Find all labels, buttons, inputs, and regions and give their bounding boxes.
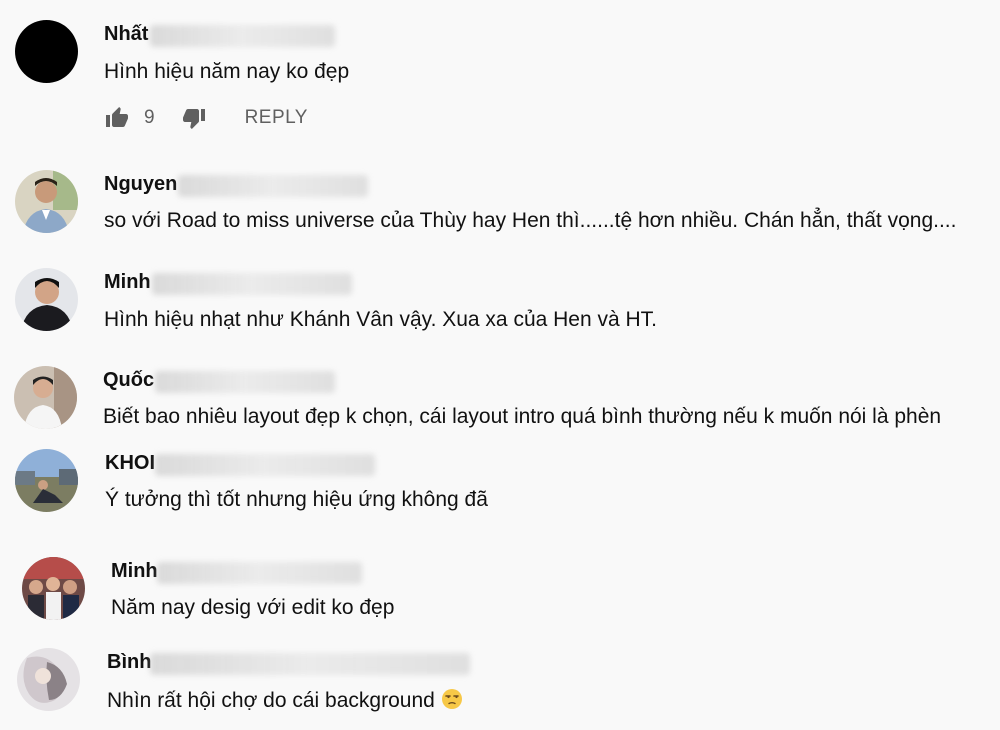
blurred-username [150, 653, 470, 675]
avatar[interactable] [15, 449, 78, 512]
comment-text-content: Nhìn rất hội chợ do cái background [107, 689, 435, 712]
comment-author[interactable]: Bình [107, 651, 151, 674]
comment-author[interactable]: Nguyen [104, 173, 177, 196]
blurred-username [150, 25, 335, 47]
unamused-face-icon [441, 688, 463, 716]
comment-author[interactable]: Minh [111, 560, 158, 583]
thumbs-down-icon[interactable] [181, 106, 207, 130]
blurred-username [178, 175, 368, 197]
comment-author[interactable]: Minh [104, 271, 151, 294]
like-count: 9 [144, 107, 155, 128]
blurred-username [155, 454, 375, 476]
comment-text: so với Road to miss universe của Thùy ha… [104, 209, 957, 232]
blurred-username [152, 273, 352, 295]
avatar[interactable] [17, 648, 80, 711]
blurred-username [155, 371, 335, 393]
comment-text: Hình hiệu năm nay ko đẹp [104, 60, 350, 83]
comment-text: Biết bao nhiêu layout đẹp k chọn, cái la… [103, 405, 942, 428]
comment-text: Năm nay desig với edit ko đẹp [111, 596, 395, 619]
avatar[interactable] [15, 20, 78, 83]
comment-actions: 9 REPLY [104, 106, 308, 130]
avatar[interactable] [22, 557, 85, 620]
avatar[interactable] [15, 268, 78, 331]
avatar[interactable] [14, 366, 77, 429]
comment-author[interactable]: Quốc [103, 369, 154, 392]
comment-text: Hình hiệu nhạt như Khánh Vân vậy. Xua xa… [104, 308, 658, 331]
comment-author[interactable]: KHOI [105, 452, 155, 475]
blurred-username [157, 562, 362, 584]
comment-text: Nhìn rất hội chợ do cái background [107, 688, 463, 716]
comment-text: Ý tưởng thì tốt nhưng hiệu ứng không đã [105, 488, 488, 511]
avatar[interactable] [15, 170, 78, 233]
thumbs-up-icon[interactable] [104, 106, 130, 130]
comment-author[interactable]: Nhất [104, 23, 148, 46]
reply-button[interactable]: REPLY [245, 107, 308, 129]
